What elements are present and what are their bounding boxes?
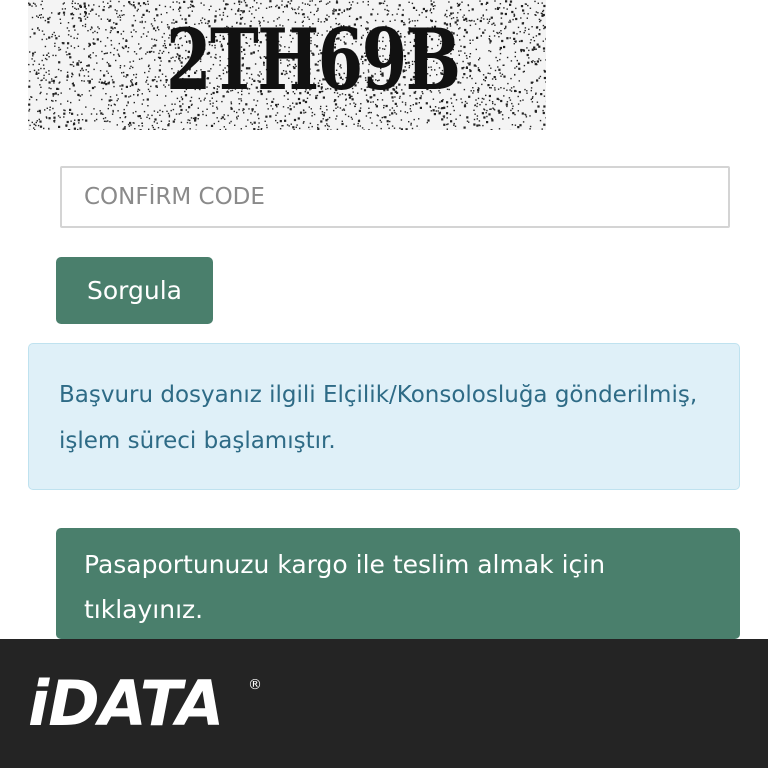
confirm-code-input[interactable] [60, 166, 730, 228]
footer: iDATA ® [0, 639, 768, 768]
cargo-delivery-text: Pasaportunuzu kargo ile teslim almak içi… [84, 550, 606, 624]
captcha-code: 2TH69B [166, 10, 461, 109]
status-message: Başvuru dosyanız ilgili Elçilik/Konsolos… [59, 382, 698, 454]
registered-mark: ® [248, 677, 262, 693]
status-alert: Başvuru dosyanız ilgili Elçilik/Konsolos… [28, 343, 740, 490]
idata-logo: iDATA [28, 667, 224, 740]
captcha-image: 2TH69B [28, 0, 546, 130]
cargo-delivery-link[interactable]: Pasaportunuzu kargo ile teslim almak içi… [56, 528, 740, 639]
sorgula-button[interactable]: Sorgula [56, 257, 213, 324]
